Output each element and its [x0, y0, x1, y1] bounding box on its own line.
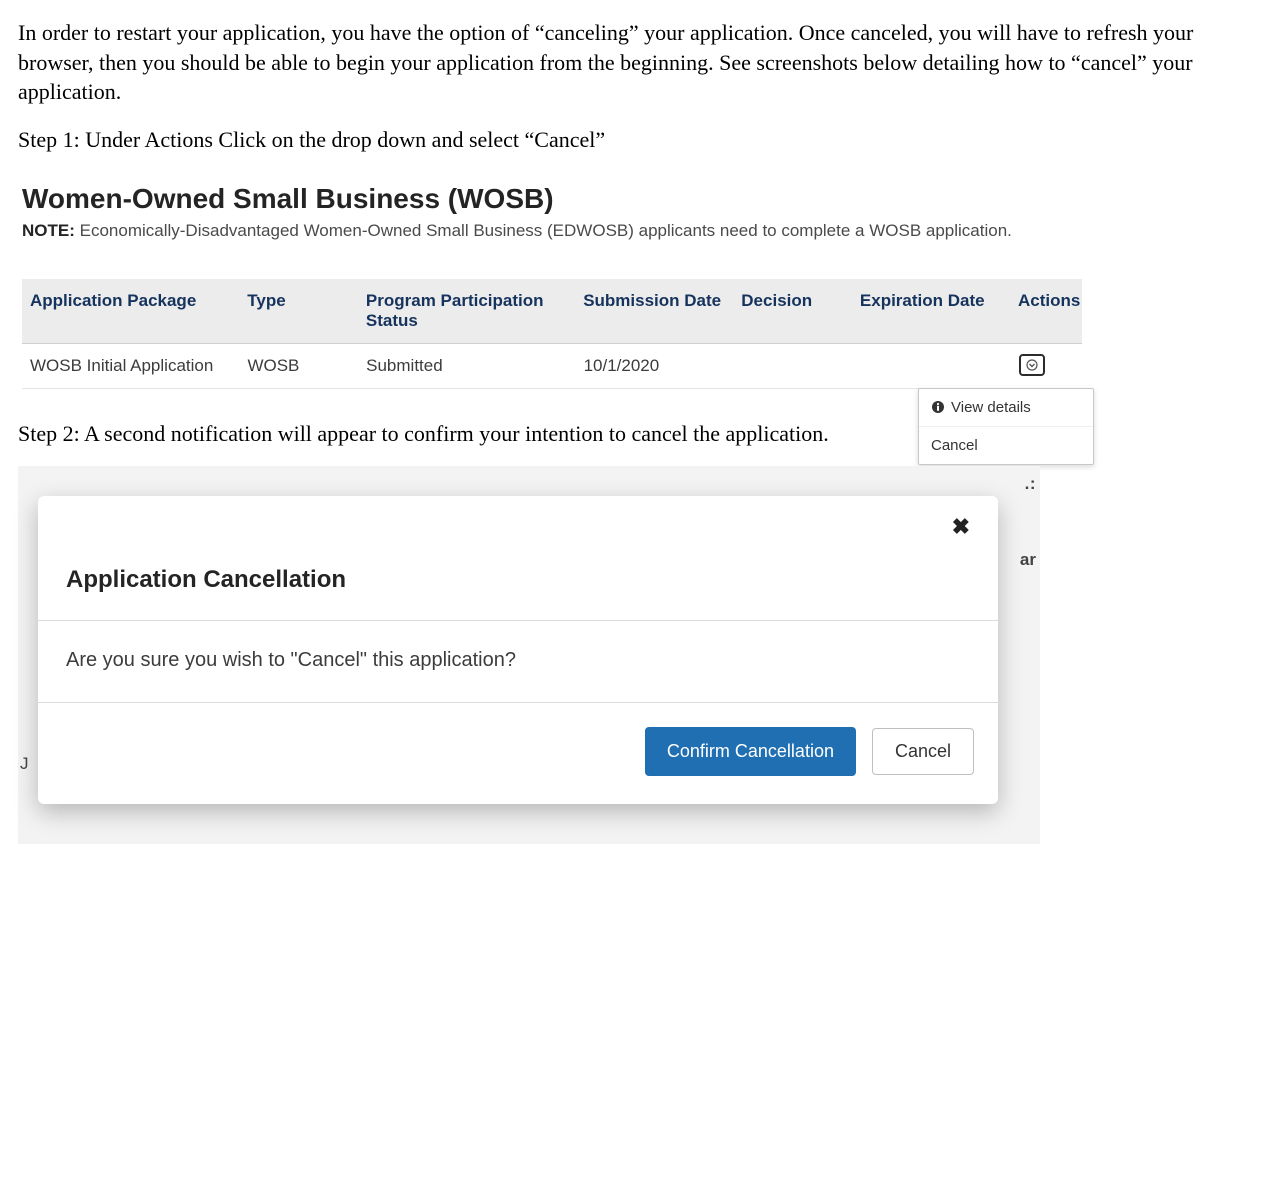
- col-program-participation-status: Program Participation Status: [358, 279, 575, 343]
- intro-paragraph: In order to restart your application, yo…: [18, 18, 1264, 107]
- modal-footer: Confirm Cancellation Cancel: [38, 703, 998, 804]
- screenshot-2: .: ar J ✖ Application Cancellation Are y…: [18, 466, 1040, 844]
- wosb-heading: Women-Owned Small Business (WOSB): [22, 183, 1264, 215]
- screenshot-1: Women-Owned Small Business (WOSB) NOTE: …: [18, 173, 1264, 389]
- cutoff-fragment: .:: [1025, 474, 1036, 494]
- cancel-button[interactable]: Cancel: [872, 728, 974, 775]
- col-submission-date: Submission Date: [575, 279, 733, 343]
- info-icon: [931, 400, 945, 414]
- cutoff-fragment: J: [20, 754, 29, 774]
- close-icon[interactable]: ✖: [952, 516, 970, 538]
- col-application-package: Application Package: [22, 279, 239, 343]
- table-header-row: Application Package Type Program Partici…: [22, 279, 1082, 344]
- cell-application-package: WOSB Initial Application: [22, 344, 239, 388]
- actions-dropdown-menu: View details Cancel: [918, 388, 1094, 465]
- modal-body-text: Are you sure you wish to "Cancel" this a…: [66, 649, 516, 671]
- cell-expiration: [852, 344, 1010, 368]
- cell-submission-date: 10/1/2020: [576, 344, 734, 388]
- modal-title: Application Cancellation: [66, 566, 970, 594]
- cancellation-modal: ✖ Application Cancellation Are you sure …: [38, 496, 998, 804]
- step-1-text: Step 1: Under Actions Click on the drop …: [18, 125, 1264, 155]
- cell-actions: View details Cancel: [1011, 344, 1082, 388]
- modal-body: Are you sure you wish to "Cancel" this a…: [38, 621, 998, 703]
- chevron-down-icon: [1026, 359, 1038, 371]
- dropdown-item-cancel[interactable]: Cancel: [919, 426, 1093, 464]
- dropdown-item-view-details[interactable]: View details: [919, 389, 1093, 426]
- wosb-note: NOTE: Economically-Disadvantaged Women-O…: [22, 221, 1264, 241]
- cell-decision: [734, 344, 853, 368]
- col-type: Type: [239, 279, 358, 343]
- dropdown-item-label: View details: [951, 399, 1031, 416]
- note-label: NOTE:: [22, 221, 75, 240]
- actions-dropdown-toggle[interactable]: [1019, 354, 1045, 376]
- table-row: WOSB Initial Application WOSB Submitted …: [22, 344, 1082, 389]
- note-body: Economically-Disadvantaged Women-Owned S…: [80, 221, 1012, 240]
- confirm-cancellation-button[interactable]: Confirm Cancellation: [645, 727, 856, 776]
- modal-header: Application Cancellation: [38, 496, 998, 621]
- cell-type: WOSB: [239, 344, 358, 388]
- col-expiration-date: Expiration Date: [852, 279, 1010, 343]
- col-actions: Actions: [1010, 279, 1082, 343]
- col-decision: Decision: [733, 279, 852, 343]
- cell-pps: Submitted: [358, 344, 575, 388]
- cutoff-fragment: ar: [1020, 550, 1036, 570]
- dropdown-item-label: Cancel: [931, 437, 978, 454]
- applications-table: Application Package Type Program Partici…: [22, 279, 1082, 389]
